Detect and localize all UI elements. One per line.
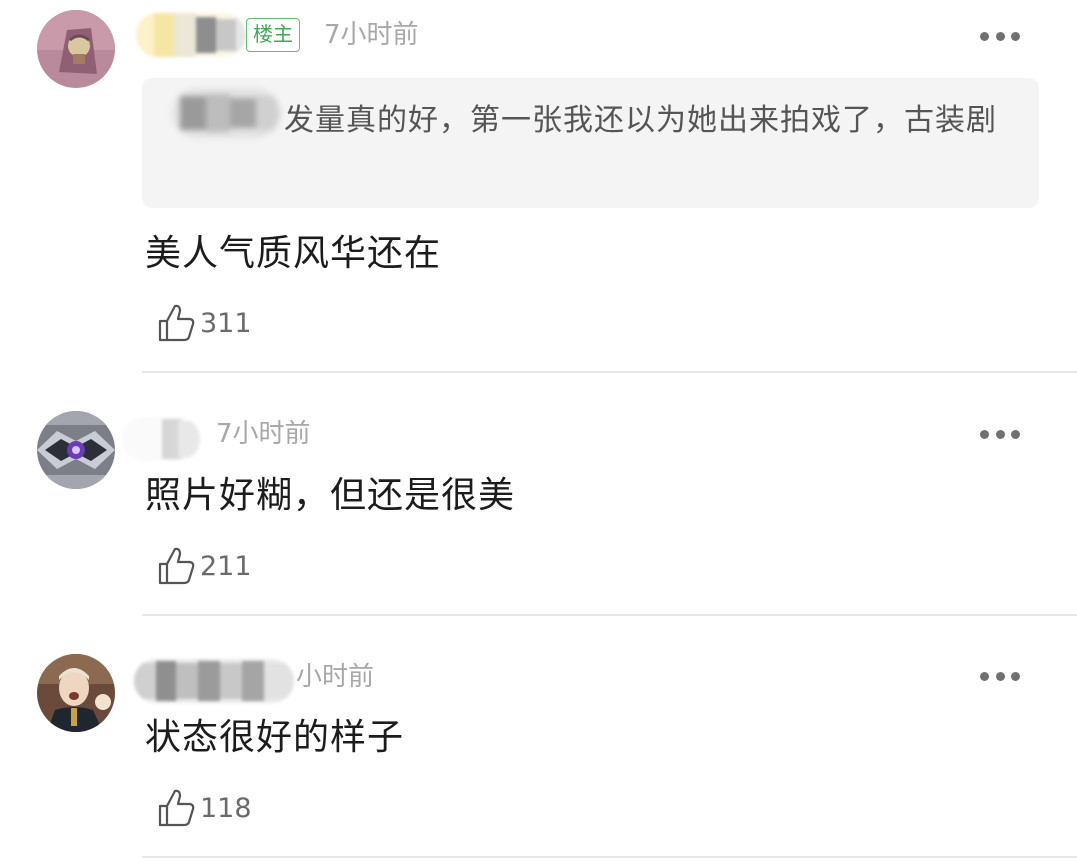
comment-time: 7小时前 [216, 419, 311, 449]
comment-text: 照片好糊，但还是很美 [145, 475, 516, 516]
like-button[interactable]: 118 [156, 786, 252, 830]
thumbs-up-icon [158, 547, 195, 585]
like-count: 211 [200, 550, 252, 582]
avatar[interactable] [37, 411, 115, 489]
username-blurred[interactable] [134, 659, 294, 703]
username-blurred[interactable] [136, 13, 246, 57]
host-badge: 楼主 [246, 18, 300, 52]
more-dot [995, 671, 1005, 681]
like-button[interactable]: 311 [156, 301, 252, 345]
divider [142, 371, 1077, 373]
more-dot [1011, 429, 1020, 439]
divider [142, 614, 1077, 616]
divider [142, 856, 1077, 858]
more-dot [1011, 31, 1020, 41]
more-dot [980, 31, 989, 41]
more-dot [980, 671, 989, 681]
like-count: 118 [200, 792, 252, 824]
more-options-button[interactable] [980, 428, 1020, 440]
comment-time: 7小时前 [324, 20, 419, 50]
more-options-button[interactable] [980, 30, 1020, 42]
more-dot [995, 429, 1005, 439]
thumbs-up-icon [158, 304, 195, 342]
avatar[interactable] [37, 654, 115, 732]
like-button[interactable]: 211 [156, 544, 252, 588]
more-options-button[interactable] [980, 670, 1020, 682]
quoted-reply[interactable]: 发量真的好，第一张我还以为她出来拍戏了，古装剧 [142, 78, 1039, 208]
comment-text: 状态很好的样子 [145, 717, 405, 758]
quoted-text: 发量真的好，第一张我还以为她出来拍戏了，古装剧 [284, 103, 997, 138]
comment-text: 美人气质风华还在 [145, 233, 442, 274]
more-dot [995, 31, 1005, 41]
more-dot [1011, 671, 1020, 681]
comment-time: 小时前 [296, 662, 375, 692]
avatar[interactable] [37, 10, 115, 88]
username-blurred[interactable] [122, 417, 200, 461]
more-dot [980, 429, 989, 439]
like-count: 311 [200, 307, 252, 339]
thumbs-up-icon [158, 789, 195, 827]
